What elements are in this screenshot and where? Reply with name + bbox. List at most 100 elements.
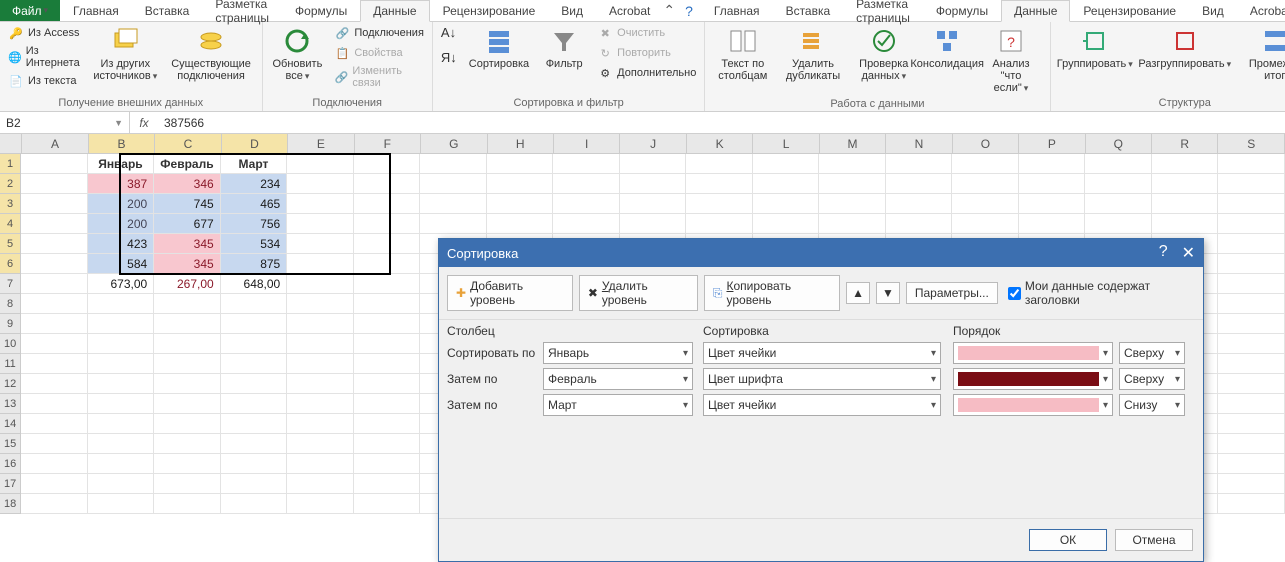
tab-7[interactable]: Acrobat [596, 0, 663, 21]
cell-F7[interactable] [354, 274, 421, 294]
file-tab[interactable]: Файл [0, 0, 60, 21]
cell-C5[interactable]: 345 756,00 [154, 234, 221, 254]
cell-A18[interactable] [21, 494, 88, 514]
cell-S5[interactable] [1218, 234, 1285, 254]
cell-P4[interactable] [1019, 214, 1086, 234]
cell-B14[interactable] [88, 414, 155, 434]
cell-R3[interactable] [1152, 194, 1219, 214]
cell-D7[interactable] [221, 274, 288, 294]
row-header-16[interactable]: 16 [0, 454, 21, 474]
sort-on-select[interactable]: Цвет шрифта▾ [703, 368, 941, 390]
cell-A7[interactable] [21, 274, 88, 294]
cell-C10[interactable] [154, 334, 221, 354]
tab-4[interactable]: Данные [360, 0, 429, 22]
cell-N1[interactable] [886, 154, 953, 174]
cell-D4[interactable]: 756 487,00 [221, 214, 288, 234]
cell-Q2[interactable] [1085, 174, 1152, 194]
cell-C16[interactable] [154, 454, 221, 474]
cell-D17[interactable] [221, 474, 288, 494]
tab-главная[interactable]: Главная [701, 0, 773, 21]
col-header-P[interactable]: P [1019, 134, 1085, 154]
cell-L1[interactable] [753, 154, 820, 174]
row-header-7[interactable]: 7 [0, 274, 21, 294]
cell-H3[interactable] [487, 194, 554, 214]
col-header-K[interactable]: K [687, 134, 753, 154]
formula-input[interactable]: 387566 [158, 116, 210, 130]
cell-F8[interactable] [354, 294, 421, 314]
cell-F12[interactable] [354, 374, 421, 394]
col-header-S[interactable]: S [1218, 134, 1284, 154]
cell-S3[interactable] [1218, 194, 1285, 214]
ungroup-button[interactable]: Разгруппировать [1139, 24, 1231, 72]
cell-I4[interactable] [553, 214, 620, 234]
cell-A6[interactable] [21, 254, 88, 274]
cell-M2[interactable] [819, 174, 886, 194]
cell-F17[interactable] [354, 474, 421, 494]
cell-P3[interactable] [1019, 194, 1086, 214]
cell-S15[interactable] [1218, 434, 1285, 454]
cell-O2[interactable] [952, 174, 1019, 194]
col-header-F[interactable]: F [355, 134, 421, 154]
cell-D11[interactable] [221, 354, 288, 374]
cell-S11[interactable] [1218, 354, 1285, 374]
row-header-15[interactable]: 15 [0, 434, 21, 454]
move-up-button[interactable]: ▲ [846, 282, 870, 304]
cell-A9[interactable] [21, 314, 88, 334]
cell-F16[interactable] [354, 454, 421, 474]
col-header-C[interactable]: C [155, 134, 221, 154]
remove-dup-button[interactable]: Удалить дубликаты [780, 24, 846, 84]
cell-S16[interactable] [1218, 454, 1285, 474]
fx-button[interactable]: fx [130, 116, 158, 130]
cell-E8[interactable] [287, 294, 354, 314]
cell-C7[interactable] [154, 274, 221, 294]
cell-O4[interactable] [952, 214, 1019, 234]
cell-C14[interactable] [154, 414, 221, 434]
from-other-button[interactable]: Из других источников [90, 24, 161, 84]
cell-C6[interactable]: 345 267,00 [154, 254, 221, 274]
cell-A15[interactable] [21, 434, 88, 454]
cell-H1[interactable] [487, 154, 554, 174]
cell-K4[interactable] [686, 214, 753, 234]
cell-F15[interactable] [354, 434, 421, 454]
col-header-G[interactable]: G [421, 134, 487, 154]
name-box[interactable]: B2▼ [0, 112, 130, 133]
cell-C18[interactable] [154, 494, 221, 514]
cell-M3[interactable] [819, 194, 886, 214]
row-header-8[interactable]: 8 [0, 294, 21, 314]
cell-B4[interactable]: 200 987,00 [88, 214, 155, 234]
cell-A10[interactable] [21, 334, 88, 354]
cell-B2[interactable]: 387 566,00 [88, 174, 155, 194]
cell-E16[interactable] [287, 454, 354, 474]
cell-H2[interactable] [487, 174, 554, 194]
cell-R4[interactable] [1152, 214, 1219, 234]
cell-R1[interactable] [1152, 154, 1219, 174]
cell-D10[interactable] [221, 334, 288, 354]
tab-5[interactable]: Рецензирование [430, 0, 549, 21]
headers-checkbox-input[interactable] [1008, 287, 1021, 300]
color-select[interactable]: ▾ [953, 394, 1113, 416]
copy-level-button[interactable]: ⎘Копировать уровень [704, 275, 840, 311]
tab-0[interactable]: Главная [60, 0, 132, 21]
cell-S8[interactable] [1218, 294, 1285, 314]
sort-az-button[interactable]: А↓ [439, 24, 459, 41]
cell-J3[interactable] [620, 194, 687, 214]
cell-G4[interactable] [420, 214, 487, 234]
consolidate-button[interactable]: Консолидация [922, 24, 973, 72]
cell-B7[interactable] [88, 274, 155, 294]
cell-B10[interactable] [88, 334, 155, 354]
cell-C17[interactable] [154, 474, 221, 494]
cell-E3[interactable] [287, 194, 354, 214]
row-header-18[interactable]: 18 [0, 494, 21, 514]
cell-I2[interactable] [553, 174, 620, 194]
from-web-button[interactable]: 🌐Из Интернета [6, 44, 84, 70]
group-button[interactable]: Группировать [1057, 24, 1134, 72]
cell-O3[interactable] [952, 194, 1019, 214]
cell-F5[interactable] [354, 234, 421, 254]
cell-B12[interactable] [88, 374, 155, 394]
cell-K2[interactable] [686, 174, 753, 194]
col-header-A[interactable]: A [22, 134, 88, 154]
position-select[interactable]: Сверху▾ [1119, 342, 1185, 364]
cell-P2[interactable] [1019, 174, 1086, 194]
cell-C1[interactable]: Февраль [154, 154, 221, 174]
cell-S4[interactable] [1218, 214, 1285, 234]
